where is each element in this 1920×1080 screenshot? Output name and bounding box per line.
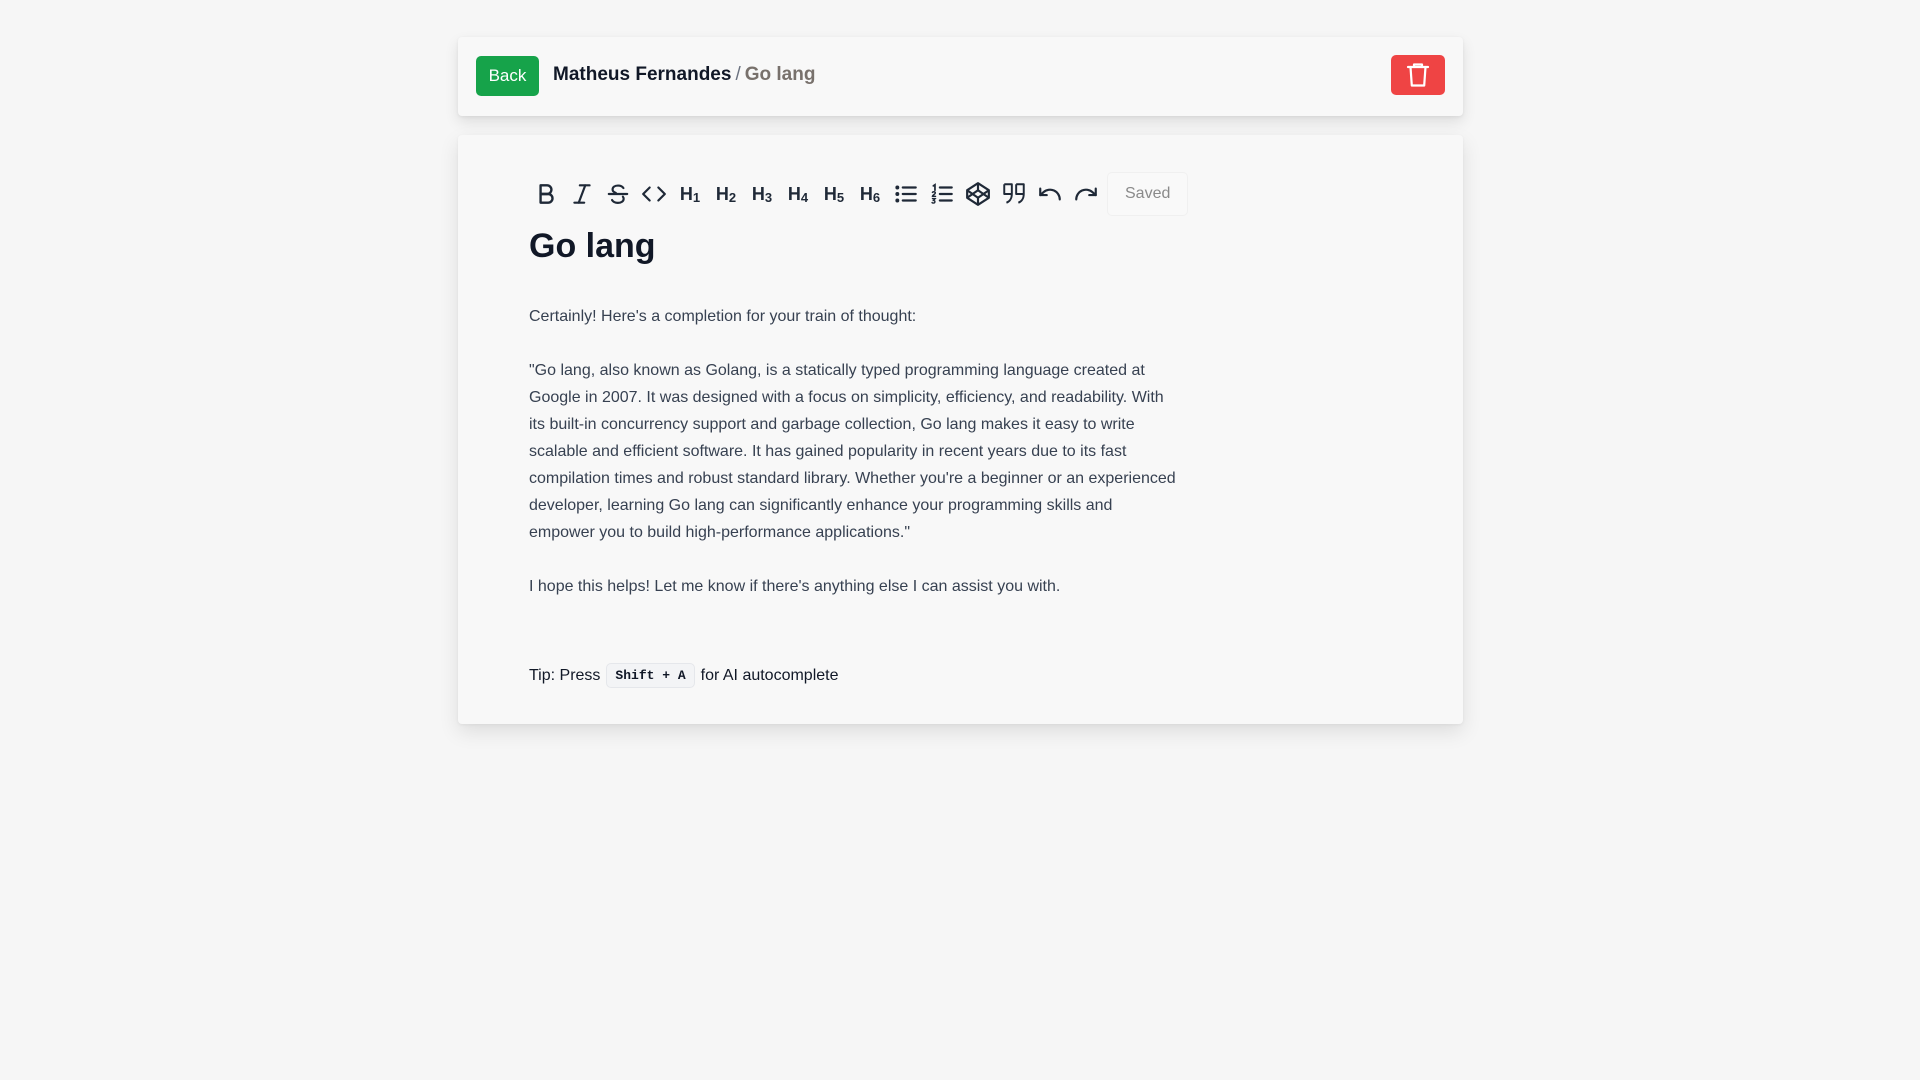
redo-icon [1075, 187, 1097, 201]
heading-6-level: 6 [872, 189, 881, 205]
italic-icon [573, 184, 591, 204]
paragraph: Certainly! Here's a completion for your … [529, 308, 917, 325]
breadcrumb-separator: / [735, 64, 741, 85]
heading-3-icon: H3 [752, 184, 772, 205]
heading-2-level: 2 [728, 189, 737, 205]
bullet-list-button[interactable] [888, 176, 924, 212]
italic-button[interactable] [564, 176, 600, 212]
quote-button[interactable] [996, 176, 1032, 212]
breadcrumb: Matheus Fernandes / Go lang [553, 62, 815, 88]
code-button[interactable] [636, 176, 672, 212]
tip-prefix: Tip: Press [529, 666, 601, 684]
heading-1-icon: H1 [680, 184, 700, 205]
strikethrough-icon [607, 184, 629, 204]
ordered-list-button[interactable] [924, 176, 960, 212]
codepen-button[interactable] [960, 176, 996, 212]
heading-5-letter: H [823, 183, 837, 204]
heading-4-level: 4 [800, 189, 809, 205]
heading-5-button[interactable]: H5 [816, 176, 852, 212]
heading-3-level: 3 [764, 189, 773, 205]
heading-5-icon: H5 [824, 184, 844, 205]
heading-2-button[interactable]: H2 [708, 176, 744, 212]
heading-3-letter: H [751, 183, 765, 204]
heading-5-level: 5 [836, 189, 845, 205]
undo-button[interactable] [1032, 176, 1068, 212]
codepen-icon [966, 182, 990, 206]
bold-icon [539, 184, 554, 204]
quote-icon [1003, 183, 1025, 204]
document-title[interactable]: Go lang [529, 227, 656, 266]
bold-button[interactable] [528, 176, 564, 212]
heading-3-button[interactable]: H3 [744, 176, 780, 212]
delete-button[interactable] [1391, 55, 1445, 95]
heading-6-icon: H6 [860, 184, 880, 205]
document-body[interactable]: Certainly! Here's a completion for your … [529, 303, 1179, 627]
heading-1-level: 1 [692, 189, 701, 205]
shortcut-key: Shift + A [606, 663, 695, 688]
paragraph: I hope this helps! Let me know if there'… [529, 578, 1061, 595]
heading-1-letter: H [679, 183, 693, 204]
heading-4-letter: H [787, 183, 801, 204]
heading-2-icon: H2 [716, 184, 736, 205]
heading-6-letter: H [859, 183, 873, 204]
heading-6-button[interactable]: H6 [852, 176, 888, 212]
bullet-list-icon [895, 185, 917, 203]
redo-button[interactable] [1068, 176, 1104, 212]
trash-icon [1406, 63, 1430, 87]
back-button[interactable]: Back [476, 56, 539, 96]
heading-4-icon: H4 [788, 184, 808, 205]
breadcrumb-page: Go lang [744, 64, 816, 85]
ordered-list-icon [931, 183, 953, 204]
heading-4-button[interactable]: H4 [780, 176, 816, 212]
heading-1-button[interactable]: H1 [672, 176, 708, 212]
breadcrumb-user[interactable]: Matheus Fernandes [553, 64, 731, 85]
code-icon [642, 186, 666, 202]
save-status: Saved [1108, 173, 1188, 215]
tip-suffix: for AI autocomplete [700, 666, 839, 684]
heading-2-letter: H [715, 183, 729, 204]
strikethrough-button[interactable] [600, 176, 636, 212]
editor-card: H1 H2 H3 H4 H5 H6 Saved Go lang Certainl… [458, 135, 1463, 724]
autocomplete-tip: Tip: Press Shift + A for AI autocomplete [529, 663, 839, 688]
paragraph: "Go lang, also known as Golang, is a sta… [529, 362, 1176, 541]
header-bar: Back Matheus Fernandes / Go lang [458, 37, 1463, 116]
editor-toolbar: H1 H2 H3 H4 H5 H6 Saved [528, 173, 1188, 215]
undo-icon [1039, 187, 1061, 201]
